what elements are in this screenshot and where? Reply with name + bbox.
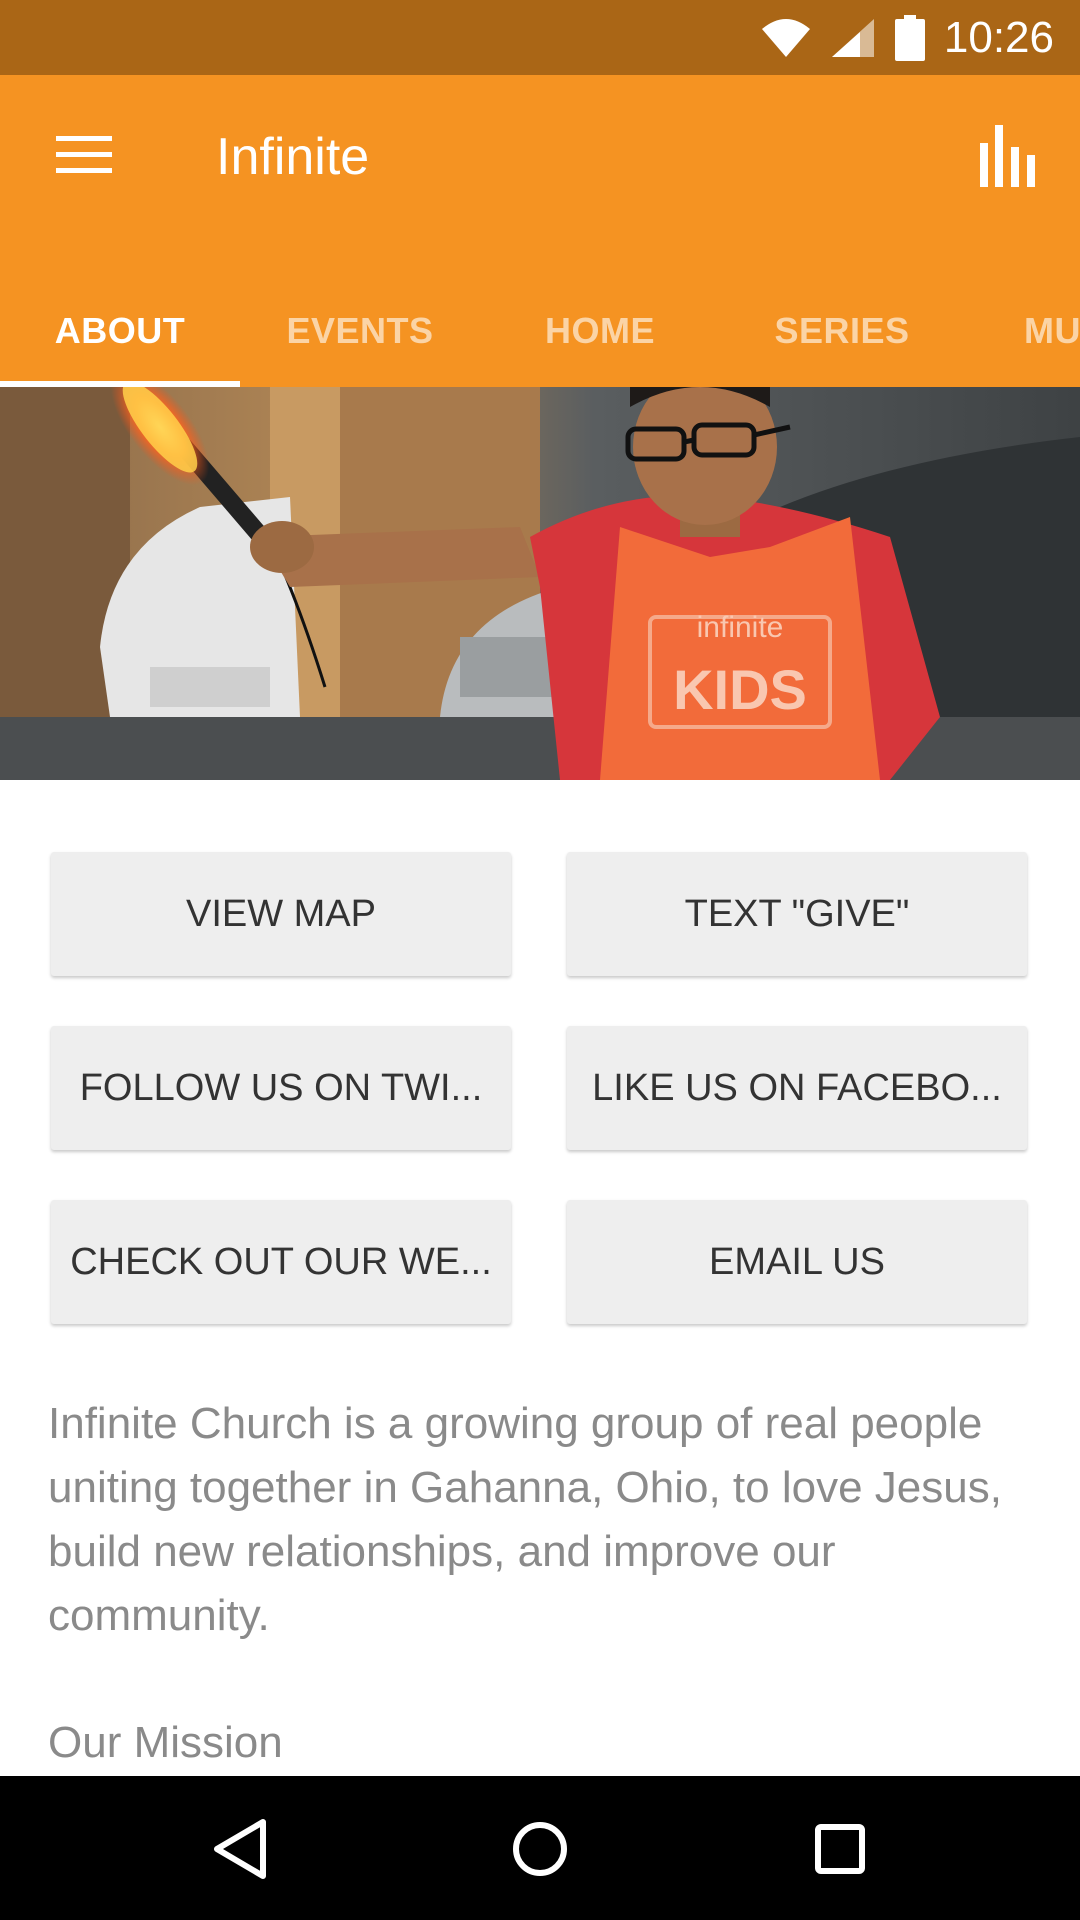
wifi-icon [761,19,810,57]
battery-icon [894,15,925,61]
about-description: Infinite Church is a growing group of re… [48,1399,1002,1640]
hamburger-menu-icon[interactable] [54,130,114,180]
tab-series[interactable]: SERIES [722,275,962,387]
tab-home[interactable]: HOME [480,275,720,387]
view-map-button[interactable]: VIEW MAP [51,852,511,976]
hero-image: infinite KIDS [0,387,1080,780]
bar-chart-icon[interactable] [978,125,1038,187]
back-icon[interactable] [205,1814,275,1884]
text-give-button[interactable]: TEXT "GIVE" [567,852,1027,976]
tab-about[interactable]: ABOUT [0,275,240,387]
system-nav-bar [0,1776,1080,1920]
like-facebook-button[interactable]: LIKE US ON FACEBO... [567,1026,1027,1150]
mission-heading: Our Mission [48,1718,283,1767]
status-bar: 10:26 [0,0,1080,75]
app-title: Infinite [216,128,370,186]
status-icons: 10:26 [760,10,1054,66]
hero-photo: infinite KIDS [0,387,1080,780]
app-bar: Infinite ABOUT EVENTS HOME SERIES MU [0,75,1080,387]
status-time: 10:26 [943,13,1054,62]
vest-text-line2: KIDS [673,658,807,721]
home-icon[interactable] [505,1814,575,1884]
follow-twitter-button[interactable]: FOLLOW US ON TWI... [51,1026,511,1150]
cell-signal-icon [831,19,874,57]
tab-events[interactable]: EVENTS [240,275,480,387]
recents-icon[interactable] [805,1814,875,1884]
vest-text-line1: infinite [697,611,784,644]
check-website-button[interactable]: CHECK OUT OUR WE... [51,1200,511,1324]
tab-bar: ABOUT EVENTS HOME SERIES MU [0,275,1080,387]
tab-more[interactable]: MU [962,275,1080,387]
email-us-button[interactable]: EMAIL US [567,1200,1027,1324]
